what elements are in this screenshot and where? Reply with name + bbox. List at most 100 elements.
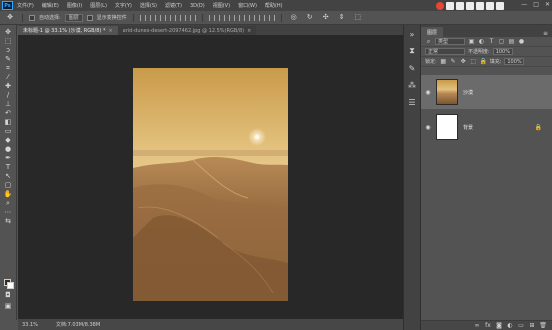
canvas-area[interactable] (18, 35, 403, 319)
3d-rotate-icon[interactable]: ↻ (304, 13, 316, 22)
menu-edit[interactable]: 编辑(E) (38, 2, 63, 9)
punctuation-icon[interactable] (456, 1, 464, 10)
quick-mask-icon[interactable]: ◘ (2, 291, 14, 300)
3d-scale-icon[interactable]: ⬚ (352, 13, 364, 22)
properties-icon[interactable]: ☰ (407, 97, 417, 107)
lock-transparent-icon[interactable]: ▦ (440, 58, 447, 65)
filter-pixel-icon[interactable]: ▣ (468, 38, 475, 45)
blend-mode-dropdown[interactable]: 正常 (425, 48, 465, 55)
marquee-tool-icon[interactable]: ⬚ (2, 37, 14, 46)
tab-document-2[interactable]: arid-dunes-desert-2097462.jpg @ 12.5%(RG… (117, 26, 257, 35)
move-tool-preset-icon[interactable]: ✥ (4, 13, 16, 22)
zoom-level[interactable]: 33.1% (22, 322, 38, 328)
keyboard-icon[interactable] (476, 1, 484, 10)
filter-shape-icon[interactable]: ▢ (498, 38, 505, 45)
zoom-tool-icon[interactable]: ⌕ (2, 199, 14, 208)
type-tool-icon[interactable]: T (2, 163, 14, 172)
layer-style-icon[interactable]: fx (485, 322, 491, 329)
skin-icon[interactable] (486, 1, 494, 10)
align-vcenter-icon[interactable] (149, 14, 156, 21)
screen-mode-icon[interactable]: ▣ (2, 302, 14, 311)
link-layers-icon[interactable]: ∞ (474, 322, 480, 329)
delete-layer-icon[interactable]: 🗑 (539, 322, 547, 329)
tab-close-icon[interactable]: × (247, 28, 251, 34)
distribute-hcenter-icon[interactable] (248, 14, 255, 21)
minimize-icon[interactable]: — (521, 1, 527, 8)
visibility-eye-icon[interactable]: ◉ (423, 124, 433, 131)
lock-artboard-icon[interactable]: ⬚ (470, 58, 477, 65)
filter-smart-object-icon[interactable]: ▤ (508, 38, 515, 45)
menu-select[interactable]: 选择(S) (136, 2, 161, 9)
menu-window[interactable]: 窗口(W) (234, 2, 261, 9)
background-color-swatch[interactable] (7, 282, 14, 289)
close-icon[interactable]: ✕ (545, 1, 550, 8)
toolbox-icon[interactable] (496, 1, 504, 10)
lock-image-icon[interactable]: ✎ (450, 58, 457, 65)
layer-name[interactable]: 沙漠 (463, 89, 473, 96)
fill-field[interactable]: 100% (504, 58, 525, 65)
menu-layer[interactable]: 图层(L) (86, 2, 111, 9)
quick-select-tool-icon[interactable]: ✎ (2, 55, 14, 64)
align-left-icon[interactable] (169, 14, 176, 21)
menu-file[interactable]: 文件(F) (13, 2, 38, 9)
distribute-right-icon[interactable] (258, 14, 265, 21)
healing-brush-tool-icon[interactable]: ✚ (2, 82, 14, 91)
distribute-left-icon[interactable] (238, 14, 245, 21)
path-select-tool-icon[interactable]: ↖ (2, 172, 14, 181)
layer-kind-filter[interactable]: 类型 (435, 38, 465, 45)
align-bottom-icon[interactable] (159, 14, 166, 21)
show-transform-checkbox[interactable] (86, 14, 93, 21)
3d-mode-icon[interactable]: ◎ (288, 13, 300, 22)
hand-tool-icon[interactable]: ✋ (2, 190, 14, 199)
distribute-bottom-icon[interactable] (228, 14, 235, 21)
lock-all-icon[interactable]: 🔒 (479, 58, 486, 65)
panel-menu-icon[interactable]: ≡ (543, 30, 548, 37)
collapse-icon[interactable]: » (407, 29, 417, 39)
document-info[interactable]: 文档:7.03M/8.38M (56, 321, 100, 328)
rectangle-tool-icon[interactable]: ▢ (2, 181, 14, 190)
blur-tool-icon[interactable]: ◆ (2, 136, 14, 145)
tab-close-icon[interactable]: × (108, 28, 112, 34)
auto-align-icon[interactable] (268, 14, 275, 21)
filter-adjustment-icon[interactable]: ◐ (478, 38, 485, 45)
more-tools-icon[interactable]: ⋯ (2, 208, 14, 217)
sogou-ime-icon[interactable] (436, 1, 444, 10)
menu-type[interactable]: 文字(Y) (111, 2, 136, 9)
microphone-icon[interactable] (466, 1, 474, 10)
history-brush-tool-icon[interactable]: ↶ (2, 109, 14, 118)
gradient-tool-icon[interactable]: ▭ (2, 127, 14, 136)
layer-row-desert[interactable]: ◉ 沙漠 (421, 75, 552, 109)
filter-type-icon[interactable]: T (488, 38, 495, 45)
align-top-icon[interactable] (139, 14, 146, 21)
menu-image[interactable]: 图像(I) (63, 2, 86, 9)
maximize-icon[interactable]: □ (533, 1, 539, 8)
align-right-icon[interactable] (189, 14, 196, 21)
dodge-tool-icon[interactable]: ● (2, 145, 14, 154)
tab-layers[interactable]: 图层 (421, 27, 444, 37)
crop-tool-icon[interactable]: ⌗ (2, 64, 14, 73)
eyedropper-tool-icon[interactable]: ⁄ (2, 73, 14, 82)
chinese-mode-icon[interactable] (446, 1, 454, 10)
visibility-eye-icon[interactable]: ◉ (423, 89, 433, 96)
move-tool-icon[interactable]: ✥ (2, 28, 14, 37)
menu-help[interactable]: 帮助(H) (261, 2, 287, 9)
menu-filter[interactable]: 滤镜(T) (161, 2, 186, 9)
menu-view[interactable]: 视图(V) (209, 2, 234, 9)
layer-name[interactable]: 背景 (463, 124, 473, 131)
new-group-icon[interactable]: ▭ (518, 322, 524, 329)
add-mask-icon[interactable]: ◙ (496, 322, 502, 329)
3d-pan-icon[interactable]: ✣ (320, 13, 332, 22)
pen-tool-icon[interactable]: ✒ (2, 154, 14, 163)
3d-slide-icon[interactable]: ⇕ (336, 13, 348, 22)
filter-toggle-icon[interactable]: ● (518, 38, 525, 45)
auto-select-target-dropdown[interactable]: 图层 (64, 13, 83, 22)
brushes-icon[interactable]: ⁂ (407, 80, 417, 90)
eraser-tool-icon[interactable]: ◧ (2, 118, 14, 127)
auto-select-checkbox[interactable] (29, 14, 35, 21)
distribute-vcenter-icon[interactable] (218, 14, 225, 21)
swap-colors-icon[interactable]: ⇆ (2, 217, 14, 226)
tab-document-1[interactable]: 未标题-1 @ 33.1% (沙漠, RGB/8) * × (18, 26, 118, 35)
lock-position-icon[interactable]: ✥ (460, 58, 467, 65)
distribute-top-icon[interactable] (208, 14, 215, 21)
align-hcenter-icon[interactable] (179, 14, 186, 21)
